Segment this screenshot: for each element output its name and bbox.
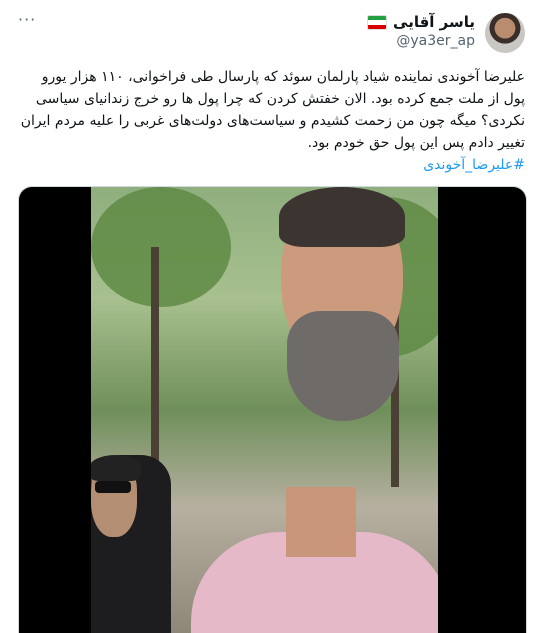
tree-trunk — [151, 247, 159, 467]
author-names: یاسر آقایی @ya3er_ap — [367, 13, 475, 51]
more-options-button[interactable]: ··· — [18, 10, 36, 29]
main-person-hair — [279, 187, 405, 247]
tree-foliage — [91, 187, 231, 307]
background-person-hair — [91, 455, 141, 481]
video-player[interactable] — [18, 186, 527, 633]
sunglasses — [95, 481, 131, 493]
beard — [287, 311, 399, 421]
avatar[interactable] — [485, 13, 525, 53]
neck — [286, 487, 356, 557]
video-frame — [91, 187, 438, 633]
hashtag-link[interactable]: #علیرضا_آخوندی — [18, 154, 525, 176]
tweet-body: علیرضا آخوندی نماینده شیاد پارلمان سوئد … — [20, 69, 525, 151]
tweet-text: علیرضا آخوندی نماینده شیاد پارلمان سوئد … — [18, 66, 525, 176]
iran-flag-icon — [367, 15, 388, 30]
author-handle[interactable]: @ya3er_ap — [367, 32, 475, 51]
author-display-name[interactable]: یاسر آقایی — [367, 13, 475, 32]
display-name-text: یاسر آقایی — [393, 13, 475, 31]
tweet-header: یاسر آقایی @ya3er_ap — [367, 13, 525, 53]
